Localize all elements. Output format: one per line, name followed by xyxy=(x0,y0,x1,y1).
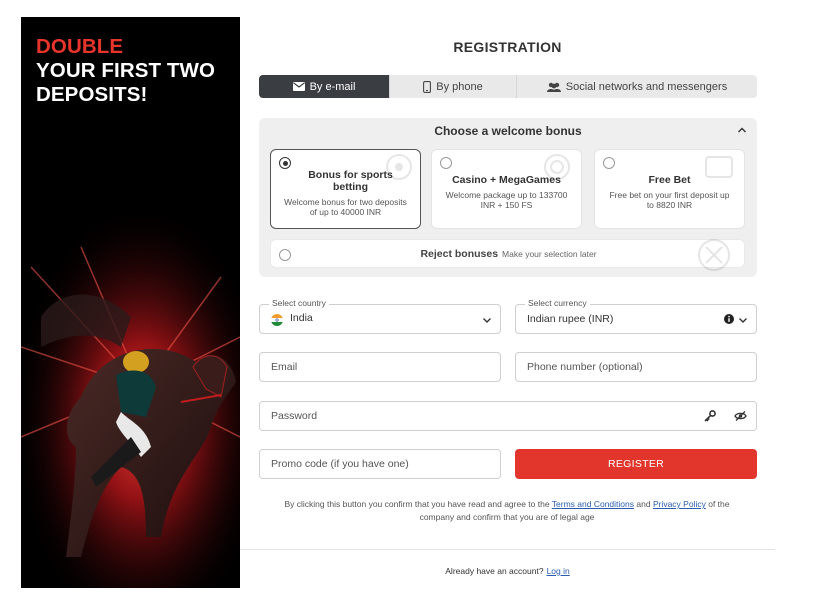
tab-label: By phone xyxy=(436,80,483,93)
radio-button[interactable] xyxy=(603,157,615,169)
promo-code-placeholder: Promo code (if you have one) xyxy=(271,458,409,470)
phone-field[interactable]: Phone number (optional) xyxy=(515,352,757,382)
registration-form: REGISTRATION By e-mail By phone Social n… xyxy=(240,17,775,588)
key-icon[interactable] xyxy=(704,410,716,422)
country-value: India xyxy=(290,312,313,324)
password-field[interactable]: Password xyxy=(259,401,757,431)
promo-code-field[interactable]: Promo code (if you have one) xyxy=(259,449,501,479)
legal-notice: By clicking this button you confirm that… xyxy=(272,498,742,524)
login-prompt: Already have an account? xyxy=(445,566,544,576)
tab-by-email[interactable]: By e-mail xyxy=(259,75,390,98)
bonus-option-desc: Welcome package up to 133700 INR + 150 F… xyxy=(445,190,568,210)
registration-page: DOUBLE YOUR FIRST TWO DEPOSITS! REGISTRA… xyxy=(0,0,832,603)
chevron-down-icon xyxy=(739,318,747,323)
bonus-option-title: Casino + MegaGames xyxy=(452,174,561,186)
bonus-option-desc: Free bet on your first deposit up to 882… xyxy=(609,190,730,210)
legal-and: and xyxy=(636,499,651,509)
reject-bonuses-option[interactable]: Reject bonuses Make your selection later xyxy=(270,239,746,271)
bonus-header: Choose a welcome bonus xyxy=(434,124,582,138)
bonus-option-desc: Welcome bonus for two deposits of up to … xyxy=(284,197,407,217)
terms-link[interactable]: Terms and Conditions xyxy=(552,499,634,509)
reject-text: Reject bonuses Make your selection later xyxy=(271,248,746,260)
tab-label: Social networks and messengers xyxy=(565,80,728,93)
bonus-option-sports[interactable]: Bonus for sports betting Welcome bonus f… xyxy=(270,149,421,229)
phone-icon xyxy=(423,80,432,93)
login-prompt-row: Already have an account? Log in xyxy=(240,566,775,576)
password-placeholder: Password xyxy=(271,410,318,422)
chevron-down-icon xyxy=(483,318,491,323)
divider xyxy=(240,549,775,550)
promo-headline: DOUBLE YOUR FIRST TWO DEPOSITS! xyxy=(36,35,215,107)
tab-by-phone[interactable]: By phone xyxy=(390,75,517,98)
chevron-up-icon[interactable] xyxy=(737,125,747,135)
country-select[interactable]: Select country India xyxy=(259,298,501,334)
welcome-bonus-panel: Choose a welcome bonus Bonus for sports … xyxy=(259,118,757,277)
privacy-link[interactable]: Privacy Policy xyxy=(653,499,706,509)
currency-value: Indian rupee (INR) xyxy=(527,313,614,325)
register-button[interactable]: REGISTER xyxy=(515,449,757,479)
bonus-option-freebet[interactable]: Free Bet Free bet on your first deposit … xyxy=(594,149,745,229)
registration-method-tabs: By e-mail By phone Social networks and m… xyxy=(259,75,757,98)
bonus-option-title: Free Bet xyxy=(648,174,691,186)
promo-banner: DOUBLE YOUR FIRST TWO DEPOSITS! xyxy=(21,17,240,588)
radio-button[interactable] xyxy=(279,157,291,169)
reject-subtitle: Make your selection later xyxy=(502,249,597,259)
legal-text-1: By clicking this button you confirm that… xyxy=(284,499,550,509)
info-icon[interactable] xyxy=(724,314,734,324)
tab-label: By e-mail xyxy=(309,80,356,93)
currency-label: Select currency xyxy=(525,298,590,308)
eye-slash-icon[interactable] xyxy=(734,411,747,421)
tab-social-networks[interactable]: Social networks and messengers xyxy=(517,75,757,98)
india-flag-icon xyxy=(271,314,283,326)
radio-button[interactable] xyxy=(440,157,452,169)
envelope-icon xyxy=(292,82,305,91)
reject-title: Reject bonuses xyxy=(420,248,499,260)
bonus-option-casino[interactable]: Casino + MegaGames Welcome package up to… xyxy=(431,149,582,229)
email-placeholder: Email xyxy=(271,361,298,373)
people-icon xyxy=(546,82,561,92)
email-field[interactable]: Email xyxy=(259,352,501,382)
country-label: Select country xyxy=(269,298,329,308)
phone-placeholder: Phone number (optional) xyxy=(527,361,643,373)
login-link[interactable]: Log in xyxy=(547,566,570,576)
promo-line-1: DOUBLE xyxy=(36,35,124,58)
promo-line-3: DEPOSITS! xyxy=(36,83,148,106)
promo-line-2: YOUR FIRST TWO xyxy=(36,59,216,82)
currency-select[interactable]: Select currency Indian rupee (INR) xyxy=(515,298,757,334)
bonus-option-title: Bonus for sports betting xyxy=(308,169,393,193)
page-title: REGISTRATION xyxy=(453,39,562,55)
